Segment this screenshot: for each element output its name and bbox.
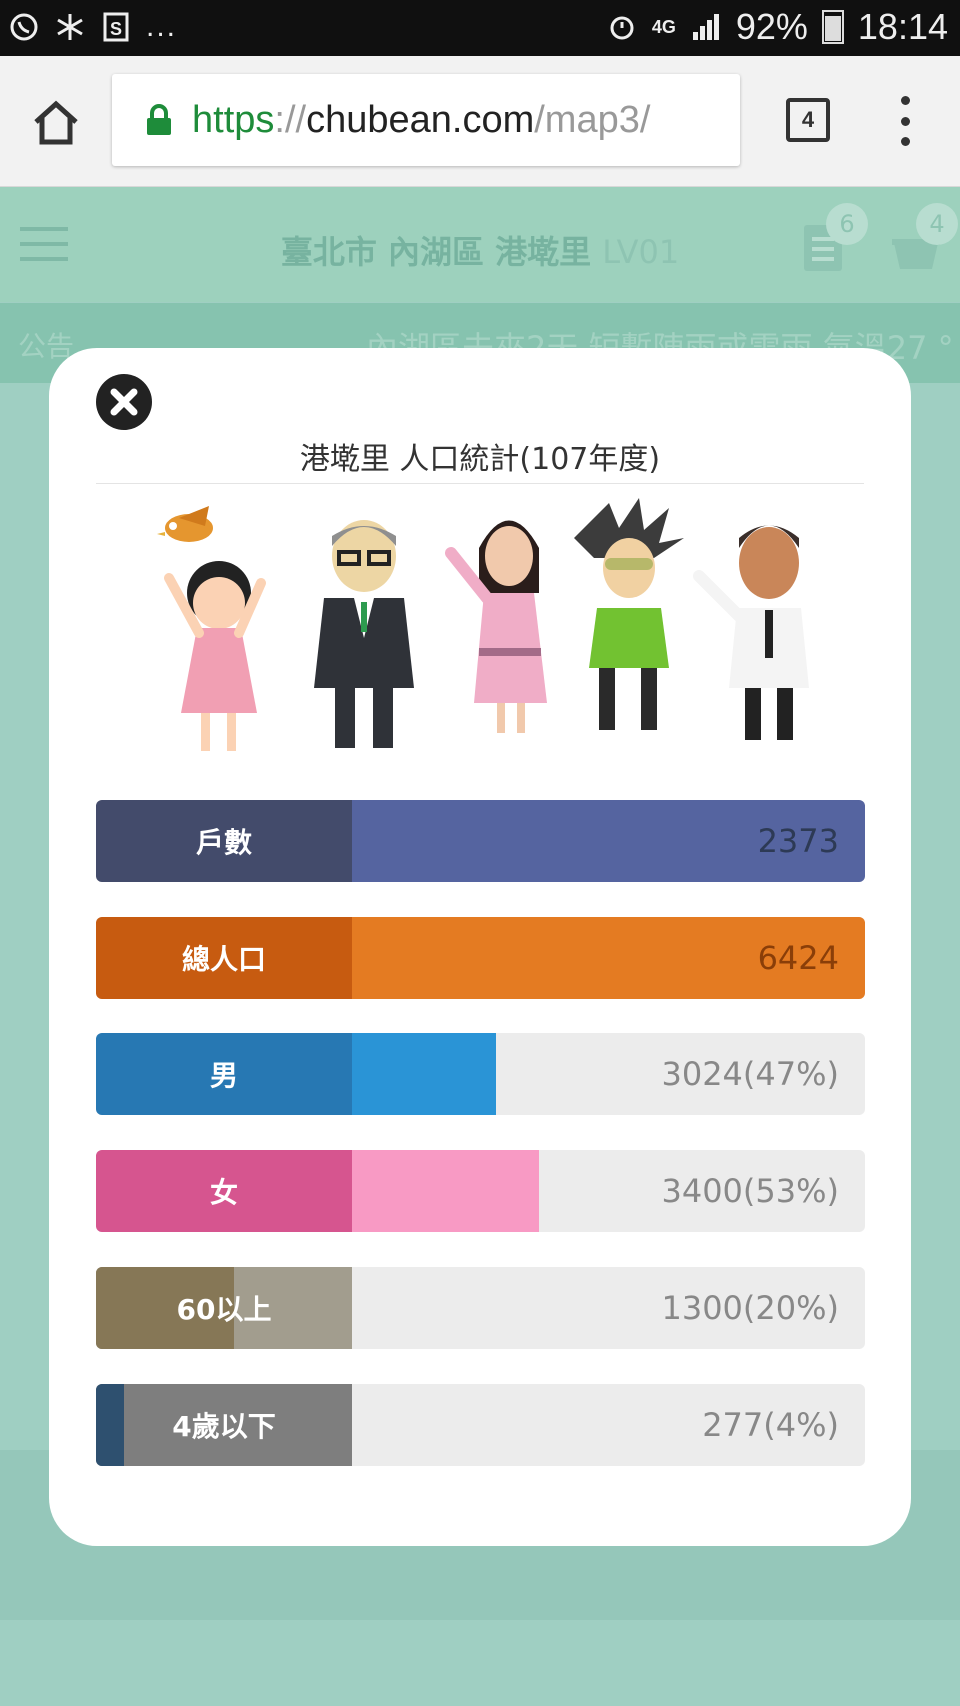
- female-label: 女: [209, 1176, 238, 1209]
- white-shirt-man-figure: [693, 525, 809, 740]
- battery-icon: [821, 10, 844, 44]
- home-icon[interactable]: [30, 96, 82, 148]
- population-label: 總人口: [181, 943, 266, 976]
- tab-switcher-button[interactable]: 4: [786, 98, 830, 142]
- network-type: 4G: [651, 16, 676, 37]
- signal-icon: [690, 11, 722, 43]
- more-notifications: ...: [146, 10, 178, 43]
- notes-badge: 6: [826, 203, 868, 245]
- bird-figure: [157, 506, 213, 542]
- snowflake-icon: [54, 11, 86, 43]
- male-bar: 男 3024(47%): [96, 1033, 865, 1115]
- suit-man-figure: [314, 520, 414, 748]
- dialog-title: 港墘里 人口統計(107年度): [299, 442, 661, 477]
- clipboard-icon[interactable]: 6: [800, 203, 868, 273]
- close-icon[interactable]: [96, 374, 152, 430]
- lock-icon: [146, 104, 172, 136]
- clock: 18:14: [857, 6, 948, 47]
- children-bar: 4歲以下 277(4%): [96, 1384, 865, 1466]
- children-label: 4歲以下: [172, 1410, 276, 1443]
- male-fill: [352, 1033, 496, 1115]
- households-value: 2373: [757, 822, 839, 860]
- male-value: 3024(47%): [661, 1055, 839, 1093]
- page-header: 臺北市 內湖區 港墘里 LV01 6 4: [0, 187, 960, 302]
- elderly-value: 1300(20%): [661, 1289, 839, 1327]
- female-bar: 女 3400(53%): [96, 1150, 865, 1232]
- battery-percent: 92%: [735, 6, 808, 47]
- spiky-hair-figure: [574, 498, 684, 730]
- population-value: 6424: [757, 939, 839, 977]
- address-bar[interactable]: https://chubean.com/map3/: [112, 74, 740, 166]
- households-label: 戶數: [195, 826, 252, 859]
- browser-toolbar: https://chubean.com/map3/ 4: [0, 56, 960, 187]
- cart-badge: 4: [916, 203, 958, 245]
- elderly-bar: 60以上 1300(20%): [96, 1267, 865, 1349]
- whatsapp-icon: [8, 11, 40, 43]
- households-bar: 戶數 2373: [96, 800, 865, 882]
- basket-icon[interactable]: 4: [890, 203, 958, 273]
- male-label: 男: [209, 1059, 238, 1092]
- female-value: 3400(53%): [661, 1172, 839, 1210]
- female-fill: [352, 1150, 540, 1232]
- population-stats-dialog: 港墘里 人口統計(107年度) 戶數 2373 總人口 6424 男 3024(…: [49, 348, 911, 1546]
- people-illustration: [157, 498, 809, 751]
- elderly-label: 60以上: [176, 1293, 272, 1326]
- overflow-menu-icon[interactable]: [895, 96, 915, 146]
- status-bar: S ... 4G 92% 18:14: [0, 0, 960, 56]
- svg-text:S: S: [110, 19, 122, 39]
- population-bar: 總人口 6424: [96, 917, 865, 999]
- woman-figure: [445, 520, 547, 733]
- children-value: 277(4%): [702, 1406, 839, 1444]
- sim-icon: S: [100, 11, 132, 43]
- divider: [96, 483, 864, 484]
- url-text: https://chubean.com/map3/: [192, 98, 651, 141]
- alarm-icon: [606, 11, 638, 43]
- girl-figure: [164, 561, 266, 751]
